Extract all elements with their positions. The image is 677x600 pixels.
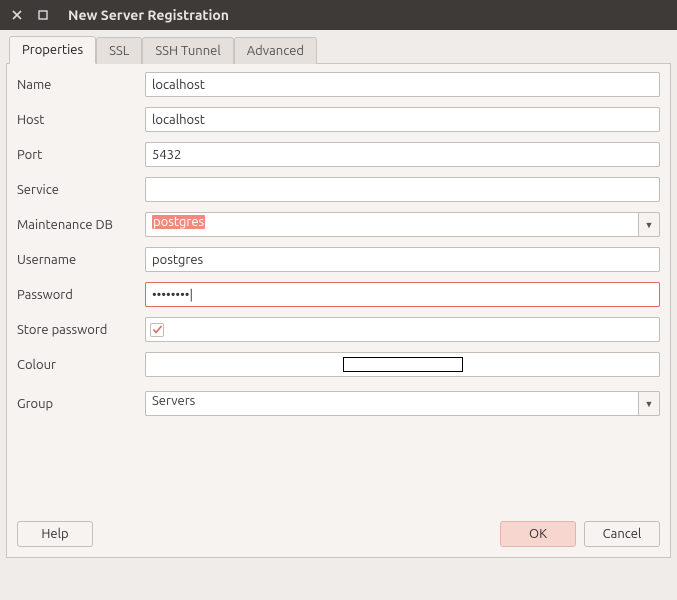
button-bar: Help OK Cancel (17, 521, 660, 547)
port-label: Port (17, 148, 145, 162)
store-password-checkbox[interactable] (150, 323, 164, 337)
store-password-field (145, 317, 660, 342)
maintenance-db-input[interactable]: postgres (145, 212, 638, 237)
window-title: New Server Registration (68, 7, 229, 23)
username-label: Username (17, 253, 145, 267)
group-label: Group (17, 397, 145, 411)
colour-field[interactable] (145, 352, 660, 377)
name-input[interactable] (145, 72, 660, 97)
help-button[interactable]: Help (17, 521, 93, 547)
tab-properties[interactable]: Properties (9, 36, 96, 64)
tab-panel-properties: Name Host Port Service Maintenance DB (6, 64, 671, 558)
text-cursor-icon: | (189, 288, 193, 302)
store-password-label: Store password (17, 323, 145, 337)
tab-advanced[interactable]: Advanced (234, 37, 317, 64)
password-label: Password (17, 288, 145, 302)
tab-bar: Properties SSL SSH Tunnel Advanced (6, 34, 671, 64)
titlebar: New Server Registration (0, 0, 677, 30)
group-input[interactable]: Servers (145, 391, 638, 416)
chevron-down-icon[interactable]: ▼ (638, 212, 660, 237)
group-combo[interactable]: Servers ▼ (145, 391, 660, 416)
window-body: Properties SSL SSH Tunnel Advanced Name … (0, 30, 677, 564)
maintenance-db-label: Maintenance DB (17, 218, 145, 232)
ok-button[interactable]: OK (500, 521, 576, 547)
port-input[interactable] (145, 142, 660, 167)
password-input[interactable]: ••••••••| (145, 282, 660, 307)
cancel-button[interactable]: Cancel (584, 521, 660, 547)
host-label: Host (17, 113, 145, 127)
maximize-icon[interactable] (36, 8, 50, 22)
colour-label: Colour (17, 358, 145, 372)
colour-swatch[interactable] (343, 357, 463, 372)
chevron-down-icon[interactable]: ▼ (638, 391, 660, 416)
close-icon[interactable] (10, 8, 24, 22)
username-input[interactable] (145, 247, 660, 272)
tab-ssl[interactable]: SSL (96, 37, 142, 64)
name-label: Name (17, 78, 145, 92)
host-input[interactable] (145, 107, 660, 132)
tab-ssh-tunnel[interactable]: SSH Tunnel (142, 37, 233, 64)
service-label: Service (17, 183, 145, 197)
maintenance-db-combo[interactable]: postgres ▼ (145, 212, 660, 237)
service-input[interactable] (145, 177, 660, 202)
